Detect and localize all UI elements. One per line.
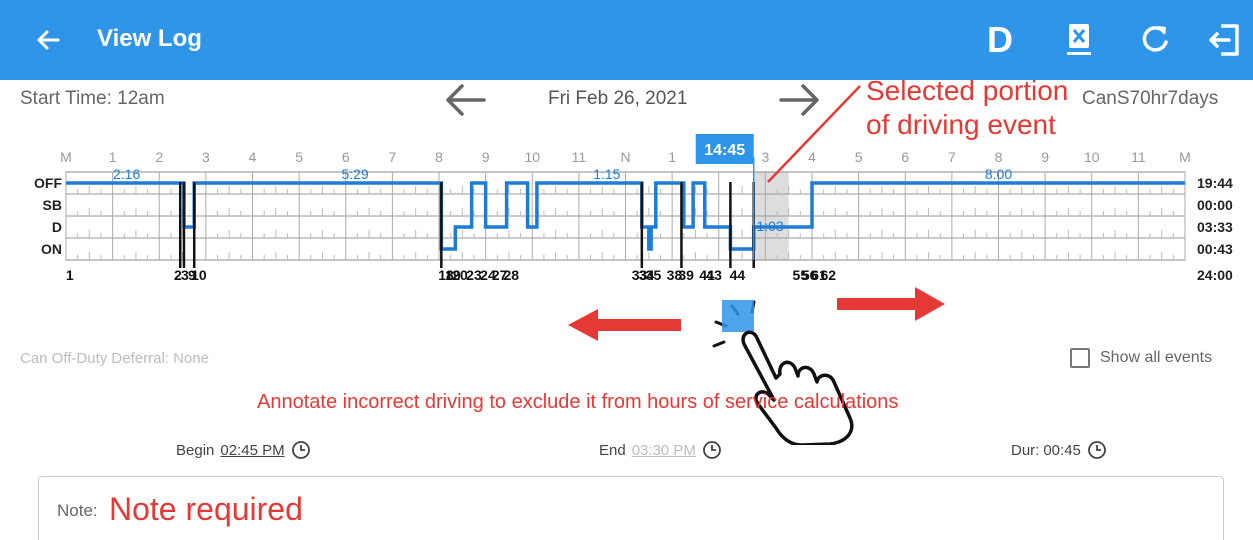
drag-left-arrow-icon (568, 309, 681, 341)
clock-icon[interactable] (1087, 440, 1107, 460)
ruleset-label: CanS70hr7days (1082, 88, 1219, 109)
offduty-deferral-label: Can Off-Duty Deferral: None (20, 350, 209, 367)
event-number: 35 (646, 267, 662, 283)
note-input[interactable]: Note: Note required (38, 476, 1224, 540)
hour-label: 9 (1041, 149, 1049, 165)
refresh-icon[interactable] (1131, 16, 1179, 64)
duration-label: Dur: (1011, 441, 1040, 459)
show-all-events-label: Show all events (1100, 349, 1213, 366)
row-total: 00:00 (1197, 197, 1233, 213)
hour-label: N (620, 149, 630, 165)
note-label: Note: (57, 501, 98, 520)
duration-label: 1:03 (756, 218, 783, 234)
row-total: 00:43 (1197, 241, 1233, 257)
hour-label: 9 (482, 149, 490, 165)
hour-label: 6 (901, 149, 909, 165)
hour-label: 1 (668, 149, 676, 165)
duration-label: 1:15 (593, 166, 620, 182)
app-bar: View Log D (0, 0, 1253, 80)
hour-label: 10 (524, 149, 540, 165)
selected-time-label: 14:45 (704, 142, 745, 159)
row-label: SB (43, 197, 62, 213)
hour-label: 8 (995, 149, 1003, 165)
hour-label: 4 (249, 149, 257, 165)
hour-label: 10 (1084, 149, 1100, 165)
event-number: 44 (730, 267, 746, 283)
selected-portion-callout: Selected portion of driving event (866, 74, 1068, 142)
hour-label: 2 (155, 149, 163, 165)
row-total: 19:44 (1197, 175, 1233, 191)
begin-time-field[interactable]: Begin 02:45 PM (176, 440, 311, 460)
begin-value[interactable]: 02:45 PM (220, 442, 284, 459)
duration-field[interactable]: Dur: 00:45 (1011, 440, 1107, 460)
event-number: 39 (678, 267, 694, 283)
end-time-field[interactable]: End 03:30 PM (599, 440, 722, 460)
page-title: View Log (97, 25, 202, 52)
duration-label: 5:29 (341, 166, 368, 182)
event-number: 1 (66, 267, 74, 283)
clock-icon[interactable] (702, 440, 722, 460)
duration-label: 2:16 (113, 166, 140, 182)
touch-hand-icon (712, 300, 854, 445)
device-x-icon[interactable] (1055, 16, 1103, 64)
total-hours: 24:00 (1197, 267, 1233, 283)
callout-line-2: of driving event (866, 109, 1056, 140)
duration-value: 00:45 (1043, 441, 1081, 459)
event-number: 10 (191, 267, 207, 283)
row-label: ON (41, 241, 62, 257)
row-label: D (52, 219, 62, 235)
hour-label: 5 (295, 149, 303, 165)
begin-label: Begin (176, 441, 215, 459)
previous-day-arrow-icon[interactable] (440, 80, 490, 120)
hour-label: 11 (572, 149, 587, 165)
note-required-hint: Note required (109, 491, 303, 527)
hour-label: M (1179, 149, 1191, 165)
log-date: Fri Feb 26, 2021 (548, 88, 688, 109)
end-label: End (599, 441, 626, 459)
start-time-label: Start Time: 12am (20, 88, 165, 109)
show-all-events-checkbox[interactable] (1070, 348, 1090, 368)
hour-label: 1 (109, 149, 117, 165)
hour-label: 11 (1131, 149, 1146, 165)
callout-line-1: Selected portion (866, 75, 1069, 106)
row-total: 03:33 (1197, 219, 1233, 235)
duration-label: 8:00 (985, 166, 1012, 182)
hour-label: M (60, 149, 72, 165)
end-value[interactable]: 03:30 PM (632, 442, 696, 459)
annotation-instruction: Annotate incorrect driving to exclude it… (257, 391, 899, 413)
event-number: 62 (821, 267, 837, 283)
d-status-button[interactable]: D (976, 16, 1024, 64)
clock-icon[interactable] (291, 440, 311, 460)
row-label: OFF (34, 175, 62, 191)
event-number: 28 (503, 267, 519, 283)
hour-label: 7 (948, 149, 956, 165)
callout-pointer-line (767, 85, 861, 183)
hour-label: 8 (435, 149, 443, 165)
show-all-events-toggle[interactable]: Show all events (1070, 348, 1212, 368)
hour-label: 7 (388, 149, 396, 165)
exit-icon[interactable] (1201, 16, 1249, 64)
hour-label: 3 (202, 149, 210, 165)
back-arrow-icon[interactable] (30, 22, 66, 58)
hour-label: 6 (342, 149, 350, 165)
event-number: 43 (706, 267, 722, 283)
log-graph[interactable]: M1234567891011N1234567891011MOFF19:44SB0… (0, 132, 1253, 307)
